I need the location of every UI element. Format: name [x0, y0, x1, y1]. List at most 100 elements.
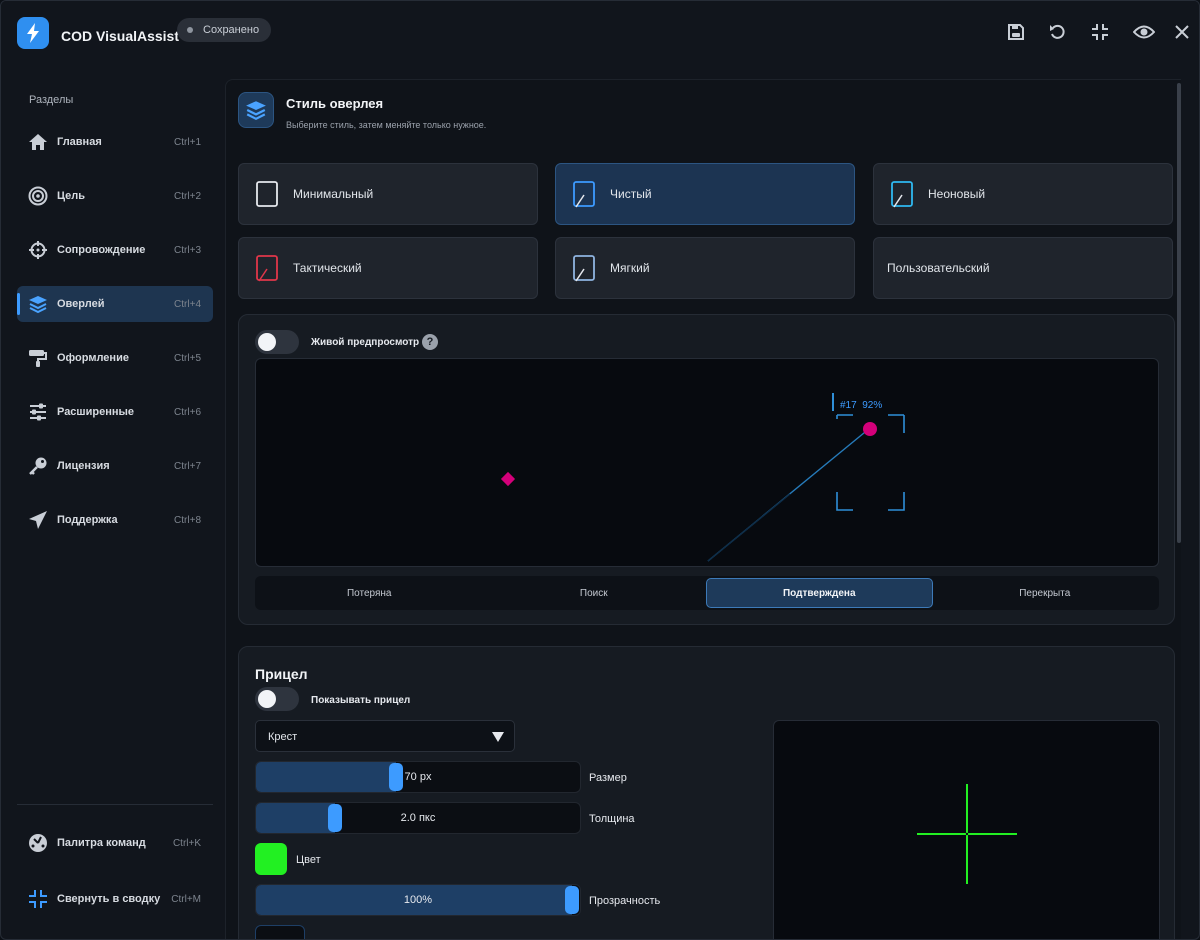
sidebar-item-shortcut: Ctrl+8: [174, 514, 201, 526]
sidebar-item-shortcut: Ctrl+2: [174, 190, 201, 202]
thickness-label: Толщина: [589, 813, 635, 825]
save-button[interactable]: [1005, 21, 1027, 43]
sidebar-item-label: Палитра команд: [57, 837, 146, 849]
opacity-label: Прозрачность: [589, 895, 661, 907]
style-card-label: Мягкий: [610, 261, 650, 275]
compress-icon: [1092, 24, 1108, 40]
sidebar-item-shortcut: Ctrl+6: [174, 406, 201, 418]
sidebar-item-label: Оверлей: [57, 298, 105, 310]
sidebar-item-collapse[interactable]: Свернуть в сводку Ctrl+M: [17, 881, 213, 917]
app-title: COD VisualAssist: [61, 28, 180, 44]
undo-icon: [1050, 24, 1065, 39]
compress-button[interactable]: [1089, 21, 1111, 43]
sidebar-item-license[interactable]: Лицензия Ctrl+7: [17, 448, 213, 484]
tracking-state-tabs: Потеряна Поиск Подтверждена Перекрыта: [255, 576, 1159, 610]
target-icon: [27, 185, 49, 207]
toggle-knob: [258, 333, 276, 351]
state-tab-confirmed[interactable]: Подтверждена: [706, 578, 933, 608]
sidebar-item-advanced[interactable]: Расширенные Ctrl+6: [17, 394, 213, 430]
live-preview-panel: Живой предпросмотр ? #17 92% Потеряна По…: [238, 314, 1175, 625]
sidebar-section-label: Разделы: [29, 94, 74, 106]
sidebar-item-appearance[interactable]: Оформление Ctrl+5: [17, 340, 213, 376]
slider-thumb[interactable]: [565, 886, 579, 914]
help-icon[interactable]: ?: [422, 334, 438, 350]
sidebar-item-shortcut: Ctrl+5: [174, 352, 201, 364]
style-card-neon[interactable]: Неоновый: [873, 163, 1173, 225]
style-card-label: Чистый: [610, 187, 652, 201]
sidebar-item-label: Сопровождение: [57, 244, 146, 256]
app-logo: [17, 17, 49, 49]
target-dot: [863, 422, 877, 436]
sidebar: Разделы Главная Ctrl+1 Цель Ctrl+2 Сопро…: [1, 63, 225, 939]
size-slider[interactable]: 70 px: [255, 761, 581, 793]
sidebar-item-shortcut: Ctrl+4: [174, 298, 201, 310]
crosshair-center-dot: [965, 832, 969, 836]
saved-status-text: Сохранено: [203, 24, 260, 36]
sidebar-item-label: Поддержка: [57, 514, 118, 526]
state-tab-lost[interactable]: Потеряна: [257, 578, 482, 608]
sidebar-item-label: Расширенные: [57, 406, 134, 418]
state-tab-occluded[interactable]: Перекрыта: [933, 578, 1158, 608]
main-content: Стиль оверлея Выберите стиль, затем меня…: [225, 79, 1181, 939]
save-icon: [1008, 24, 1024, 40]
crosshair-color-swatch[interactable]: [255, 843, 287, 875]
opacity-slider[interactable]: 100%: [255, 884, 581, 916]
crosshair-section-title: Прицел: [255, 666, 308, 682]
chevron-down-icon: [492, 732, 504, 742]
show-crosshair-toggle[interactable]: [255, 687, 299, 711]
sidebar-item-label: Лицензия: [57, 460, 110, 472]
tracking-line-back: [707, 493, 791, 562]
main-scrollbar[interactable]: [1177, 83, 1181, 543]
lightning-icon: [27, 23, 39, 43]
saved-status-badge: Сохранено: [177, 18, 272, 42]
style-card-label: Минимальный: [293, 187, 374, 201]
overlay-style-header-icon: [238, 92, 274, 128]
sidebar-item-shortcut: Ctrl+1: [174, 136, 201, 148]
paint-roller-icon: [27, 347, 49, 369]
state-tab-searching[interactable]: Поиск: [482, 578, 707, 608]
next-slider-partial[interactable]: [255, 925, 305, 939]
slider-value: 2.0 пкс: [400, 812, 436, 824]
crosshair-shape-value: Крест: [268, 731, 298, 743]
sidebar-item-home[interactable]: Главная Ctrl+1: [17, 124, 213, 160]
close-button[interactable]: [1171, 21, 1193, 43]
crosshair-shape-select[interactable]: Крест: [255, 720, 515, 752]
slider-value: 100%: [403, 894, 433, 906]
crosshair-panel: Прицел Показывать прицел Крест 70 px Раз…: [238, 646, 1175, 939]
sidebar-item-target[interactable]: Цель Ctrl+2: [17, 178, 213, 214]
color-label: Цвет: [296, 854, 321, 866]
style-card-label: Пользовательский: [887, 261, 990, 275]
sidebar-item-support[interactable]: Поддержка Ctrl+8: [17, 502, 213, 538]
sidebar-item-command-palette[interactable]: Палитра команд Ctrl+K: [17, 825, 213, 861]
undo-button[interactable]: [1047, 21, 1069, 43]
eye-icon: [1133, 25, 1155, 39]
style-card-label: Неоновый: [928, 187, 986, 201]
sidebar-item-shortcut: Ctrl+7: [174, 460, 201, 472]
slider-thumb[interactable]: [389, 763, 403, 791]
toggle-knob: [258, 690, 276, 708]
sidebar-item-label: Оформление: [57, 352, 129, 364]
sidebar-item-shortcut: Ctrl+M: [171, 893, 201, 905]
frame-line-icon: [891, 181, 913, 208]
crosshair-preview-scene: [917, 784, 1017, 884]
sidebar-item-label: Главная: [57, 136, 102, 148]
frame-line-icon: [573, 255, 595, 282]
decoy-marker: [500, 471, 516, 487]
sidebar-item-tracking[interactable]: Сопровождение Ctrl+3: [17, 232, 213, 268]
size-label: Размер: [589, 772, 627, 784]
slider-thumb[interactable]: [328, 804, 342, 832]
style-card-soft[interactable]: Мягкий: [555, 237, 855, 299]
preview-toggle-button[interactable]: [1133, 21, 1155, 43]
title-bar: COD VisualAssist Сохранено: [1, 1, 1199, 63]
frame-line-icon: [573, 181, 595, 208]
page-subtitle: Выберите стиль, затем меняйте только нуж…: [286, 120, 487, 130]
style-card-minimal[interactable]: Минимальный: [238, 163, 538, 225]
style-card-clean[interactable]: Чистый: [555, 163, 855, 225]
palette-icon: [27, 832, 49, 854]
thickness-slider[interactable]: 2.0 пкс: [255, 802, 581, 834]
collapse-icon: [27, 888, 49, 910]
sidebar-item-overlay[interactable]: Оверлей Ctrl+4: [17, 286, 213, 322]
live-preview-toggle[interactable]: [255, 330, 299, 354]
style-card-custom[interactable]: Пользовательский: [873, 237, 1173, 299]
style-card-tactical[interactable]: Тактический: [238, 237, 538, 299]
